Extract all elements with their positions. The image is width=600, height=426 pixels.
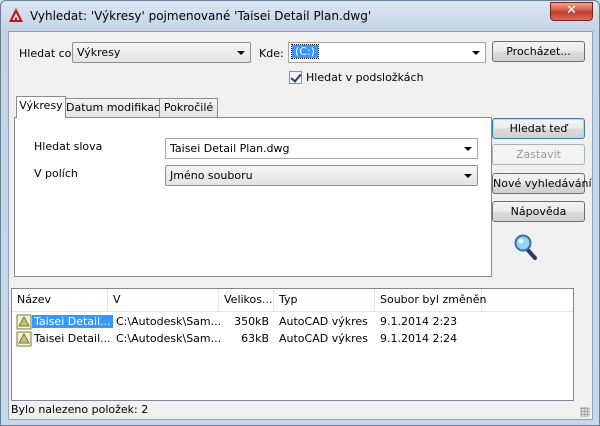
where-select[interactable]: (C:): [288, 42, 486, 63]
browse-button[interactable]: Procházet...: [492, 41, 585, 62]
find-dialog-window: Vyhledat: 'Výkresy' pojmenované 'Taisei …: [0, 0, 600, 426]
window-title: Vyhledat: 'Výkresy' pojmenované 'Taisei …: [30, 9, 372, 23]
search-words-label: Hledat slova: [34, 140, 103, 153]
in-fields-value: Jméno souboru: [170, 169, 253, 182]
drawings-tab-panel: Hledat slova Taisei Detail Plan.dwg V po…: [14, 117, 492, 277]
subfolders-label[interactable]: Hledat v podsložkách: [306, 71, 424, 84]
table-row[interactable]: Taisei Detail... C:\Autodesk\Sam... 63kB…: [12, 331, 557, 347]
row-folder: C:\Autodesk\Sam...: [116, 315, 222, 328]
chevron-down-icon: [464, 147, 472, 151]
status-text: Bylo nalezeno položek: 2: [11, 403, 149, 416]
dialog-client-area: Hledat co: Výkresy Kde: (C:) Procházet..…: [8, 31, 593, 420]
where-label: Kde:: [259, 47, 284, 60]
chevron-down-icon: [237, 51, 245, 55]
find-what-value: Výkresy: [77, 46, 121, 59]
tab-date-modified[interactable]: Datum modifikace: [65, 98, 167, 118]
results-list[interactable]: Název V Velikos... Typ Soubor byl změněn…: [11, 288, 574, 401]
in-fields-label: V polích: [34, 167, 78, 180]
column-header-type[interactable]: Typ: [274, 289, 375, 311]
dwg-file-icon: [16, 331, 32, 347]
in-fields-select[interactable]: Jméno souboru: [165, 165, 478, 186]
title-bar[interactable]: Vyhledat: 'Výkresy' pojmenované 'Taisei …: [1, 1, 599, 31]
search-words-value: Taisei Detail Plan.dwg: [170, 142, 290, 155]
column-header-modified[interactable]: Soubor byl změněn: [375, 289, 486, 311]
row-size: 63kB: [241, 332, 269, 345]
column-header-name[interactable]: Název: [12, 289, 108, 311]
resize-grip-icon[interactable]: [580, 407, 590, 417]
row-name: Taisei Detail...: [34, 332, 111, 345]
chevron-down-icon: [464, 174, 472, 178]
row-type: AutoCAD výkres: [279, 315, 368, 328]
dwg-file-icon: [16, 314, 32, 330]
column-header-folder[interactable]: V: [108, 289, 219, 311]
close-button[interactable]: ✕: [550, 2, 593, 21]
chevron-down-icon: [472, 51, 480, 55]
find-what-label: Hledat co:: [19, 47, 76, 60]
find-what-select[interactable]: Výkresy: [72, 42, 251, 63]
table-row[interactable]: Taisei Detail... C:\Autodesk\Sam... 350k…: [12, 314, 557, 330]
row-type: AutoCAD výkres: [279, 332, 368, 345]
subfolders-checkbox[interactable]: [289, 71, 302, 84]
autocad-app-icon: [9, 8, 23, 22]
header-divider: [12, 311, 573, 312]
where-value: (C:): [291, 44, 319, 59]
magnifier-icon: [514, 234, 537, 260]
tab-drawings[interactable]: Výkresy: [16, 96, 66, 118]
search-words-input[interactable]: Taisei Detail Plan.dwg: [165, 138, 478, 159]
close-icon: ✕: [566, 3, 577, 18]
new-search-button[interactable]: Nové vyhledávání: [492, 173, 592, 194]
row-modified: 9.1.2014 2:23: [380, 315, 458, 328]
column-header-size[interactable]: Velikos...: [219, 289, 274, 311]
row-modified: 9.1.2014 2:24: [380, 332, 458, 345]
row-size: 350kB: [234, 315, 269, 328]
stop-button[interactable]: Zastavit: [492, 144, 585, 165]
help-button[interactable]: Nápověda: [492, 201, 585, 222]
tab-advanced[interactable]: Pokročilé: [159, 98, 218, 118]
find-now-button[interactable]: Hledat teď: [492, 118, 585, 139]
row-name: Taisei Detail...: [32, 315, 113, 328]
status-bar: Bylo nalezeno položek: 2: [9, 401, 592, 419]
row-folder: C:\Autodesk\Sam...: [116, 332, 222, 345]
